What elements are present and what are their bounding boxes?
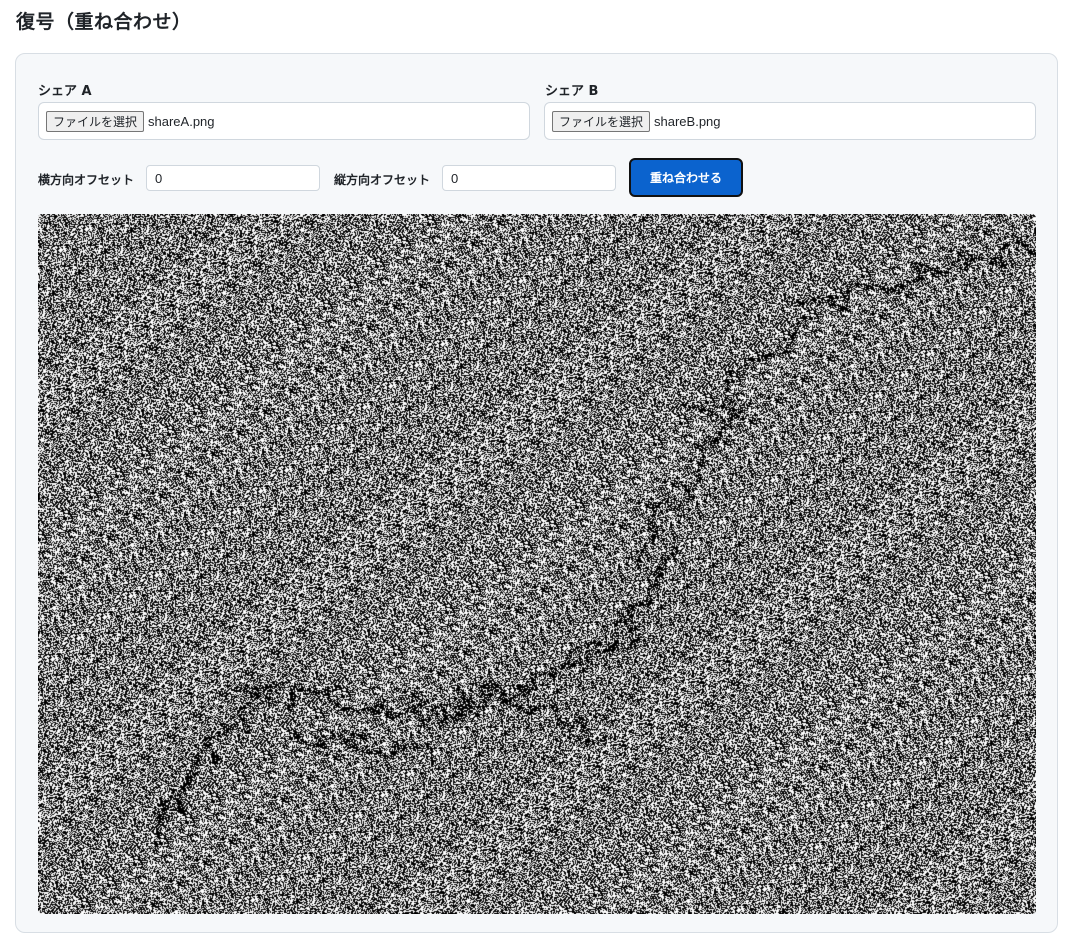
page-title: 復号（重ね合わせ） xyxy=(16,11,192,33)
share-b-choose-file-button[interactable]: ファイルを選択 xyxy=(552,110,651,132)
overlay-result-image xyxy=(38,214,1036,914)
share-a-choose-file-button[interactable]: ファイルを選択 xyxy=(46,110,145,132)
share-b-label: シェア B xyxy=(545,84,599,99)
overlay-button[interactable]: 重ね合わせる xyxy=(629,158,743,197)
share-a-file-input[interactable]: ファイルを選択 shareA.png xyxy=(38,102,530,140)
share-b-file-name: shareB.png xyxy=(654,113,721,129)
vertical-offset-input[interactable] xyxy=(442,165,616,191)
share-a-file-name: shareA.png xyxy=(148,113,215,129)
share-b-file-input[interactable]: ファイルを選択 shareB.png xyxy=(544,102,1036,140)
horizontal-offset-input[interactable] xyxy=(146,165,320,191)
horizontal-offset-label: 横方向オフセット xyxy=(38,173,135,187)
share-a-label: シェア A xyxy=(38,84,92,99)
vertical-offset-label: 縦方向オフセット xyxy=(334,173,431,187)
